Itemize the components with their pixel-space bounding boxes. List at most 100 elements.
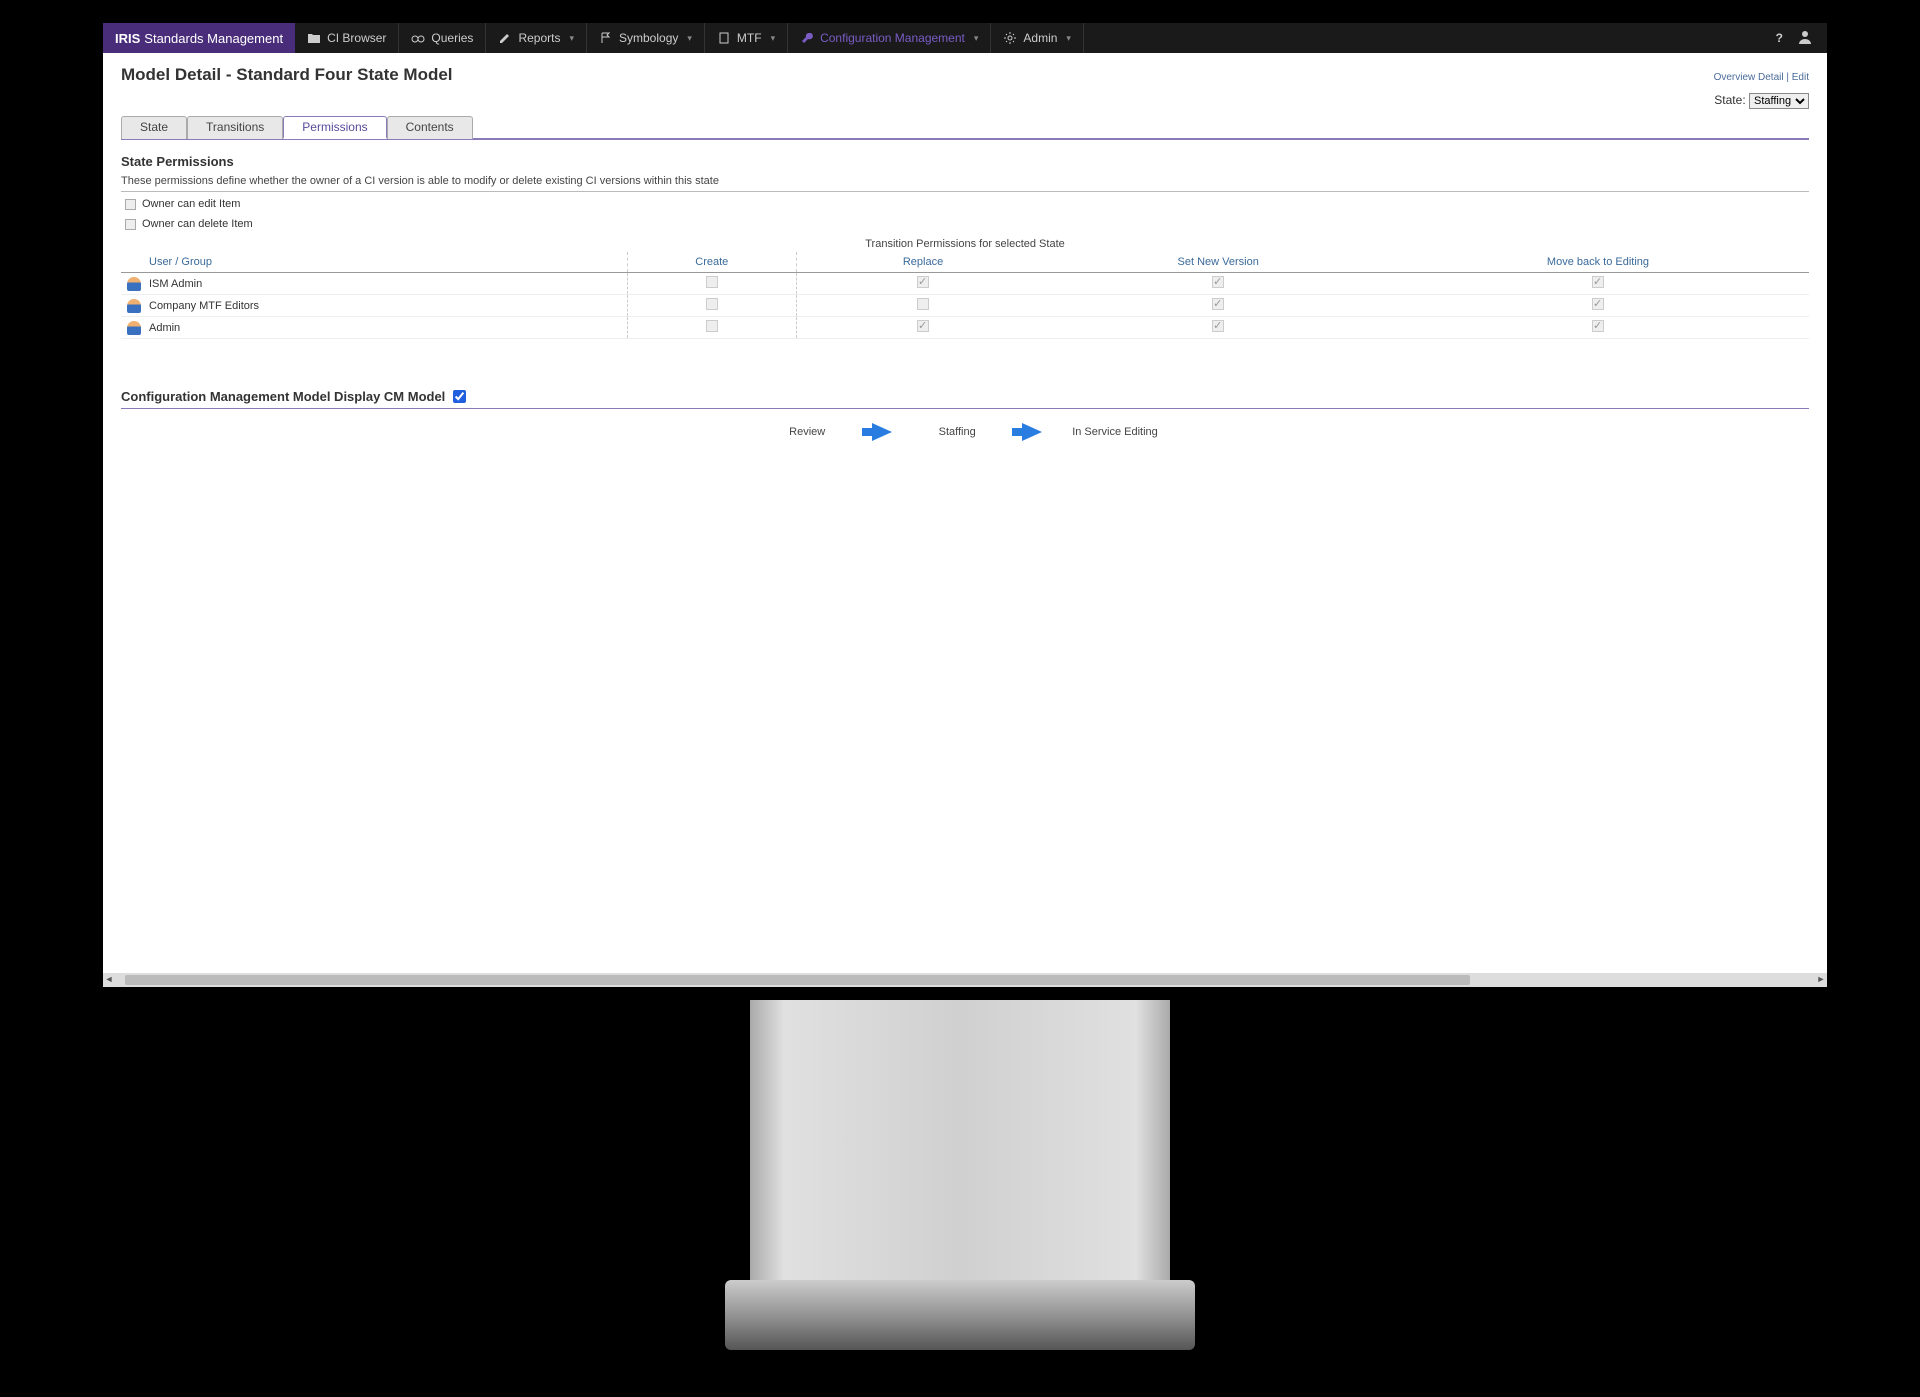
tab-transitions[interactable]: Transitions bbox=[187, 116, 283, 139]
scroll-thumb[interactable] bbox=[125, 975, 1470, 985]
moveback-cell bbox=[1387, 317, 1809, 339]
horizontal-scrollbar[interactable]: ◄ ► bbox=[103, 973, 1827, 987]
arrow-right-icon bbox=[1022, 423, 1042, 441]
moveback-cell bbox=[1387, 273, 1809, 295]
page-title: Model Detail - Standard Four State Model bbox=[121, 65, 453, 85]
binoculars-icon bbox=[411, 31, 425, 45]
cm-model-display-label: Configuration Management Model Display C… bbox=[121, 389, 445, 404]
table-row: Admin bbox=[121, 317, 1809, 339]
folder-icon bbox=[307, 31, 321, 45]
nav-label: CI Browser bbox=[327, 31, 386, 45]
scroll-right-icon[interactable]: ► bbox=[1815, 974, 1827, 986]
help-icon[interactable]: ? bbox=[1776, 31, 1783, 45]
col-setnew[interactable]: Set New Version bbox=[1049, 252, 1387, 273]
nav-label: Configuration Management bbox=[820, 31, 965, 45]
replace-checkbox[interactable] bbox=[917, 276, 929, 288]
chevron-down-icon: ▾ bbox=[687, 33, 692, 44]
nav-ci-browser[interactable]: CI Browser bbox=[295, 23, 399, 53]
replace-cell bbox=[796, 317, 1049, 339]
nav-label: Symbology bbox=[619, 31, 678, 45]
col-replace[interactable]: Replace bbox=[796, 252, 1049, 273]
owner-edit-label: Owner can edit Item bbox=[142, 198, 240, 210]
nav-configuration-management[interactable]: Configuration Management ▾ bbox=[788, 23, 991, 53]
create-checkbox[interactable] bbox=[706, 320, 718, 332]
usergroup-cell: Admin bbox=[121, 317, 627, 339]
owner-edit-row: Owner can edit Item bbox=[125, 198, 1809, 210]
nav-admin[interactable]: Admin ▾ bbox=[991, 23, 1084, 53]
col-moveback[interactable]: Move back to Editing bbox=[1387, 252, 1809, 273]
tab-permissions[interactable]: Permissions bbox=[283, 116, 386, 139]
usergroup-name: Company MTF Editors bbox=[149, 299, 259, 311]
flag-icon bbox=[599, 31, 613, 45]
setnew-checkbox[interactable] bbox=[1212, 298, 1224, 310]
flow-state-staffing: Staffing bbox=[922, 426, 992, 438]
cm-model-display-heading: Configuration Management Model Display C… bbox=[121, 389, 1809, 409]
transition-permissions-caption: Transition Permissions for selected Stat… bbox=[121, 238, 1809, 250]
person-icon bbox=[127, 321, 141, 335]
person-icon bbox=[127, 299, 141, 313]
usergroup-name: Admin bbox=[149, 321, 180, 333]
monitor-frame: IRIS Standards Management CI Browser Quer… bbox=[95, 15, 1835, 995]
replace-checkbox[interactable] bbox=[917, 298, 929, 310]
col-create[interactable]: Create bbox=[627, 252, 796, 273]
scroll-left-icon[interactable]: ◄ bbox=[103, 974, 115, 986]
gear-icon bbox=[1003, 31, 1017, 45]
screen: IRIS Standards Management CI Browser Quer… bbox=[103, 23, 1827, 987]
moveback-checkbox[interactable] bbox=[1592, 276, 1604, 288]
flow-state-in-service-editing: In Service Editing bbox=[1072, 426, 1158, 438]
flow-state-review: Review bbox=[772, 426, 842, 438]
owner-delete-label: Owner can delete Item bbox=[142, 218, 253, 230]
top-links: Overview Detail | Edit bbox=[1714, 72, 1809, 83]
nav-label: Admin bbox=[1023, 31, 1057, 45]
state-label: State: bbox=[1714, 93, 1745, 107]
moveback-cell bbox=[1387, 295, 1809, 317]
brand-rest: Standards Management bbox=[144, 31, 283, 46]
nav-reports[interactable]: Reports▾ bbox=[486, 23, 587, 53]
nav-label: Queries bbox=[431, 31, 473, 45]
chevron-down-icon: ▾ bbox=[771, 33, 776, 44]
state-permissions-heading: State Permissions bbox=[121, 154, 1809, 169]
brand: IRIS Standards Management bbox=[103, 23, 295, 53]
person-icon bbox=[127, 277, 141, 291]
permissions-table: User / Group Create Replace Set New Vers… bbox=[121, 252, 1809, 339]
tab-state[interactable]: State bbox=[121, 116, 187, 139]
chevron-down-icon: ▾ bbox=[974, 33, 979, 44]
state-permissions-desc: These permissions define whether the own… bbox=[121, 175, 1809, 192]
create-checkbox[interactable] bbox=[706, 298, 718, 310]
chevron-down-icon: ▾ bbox=[1066, 33, 1071, 44]
owner-delete-row: Owner can delete Item bbox=[125, 218, 1809, 230]
owner-edit-checkbox[interactable] bbox=[125, 199, 136, 210]
create-checkbox[interactable] bbox=[706, 276, 718, 288]
col-usergroup[interactable]: User / Group bbox=[121, 252, 627, 273]
nav-label: Reports bbox=[518, 31, 560, 45]
replace-checkbox[interactable] bbox=[917, 320, 929, 332]
setnew-cell bbox=[1049, 295, 1387, 317]
setnew-checkbox[interactable] bbox=[1212, 276, 1224, 288]
setnew-checkbox[interactable] bbox=[1212, 320, 1224, 332]
create-cell bbox=[627, 317, 796, 339]
tab-contents[interactable]: Contents bbox=[387, 116, 473, 139]
state-select[interactable]: Staffing bbox=[1749, 93, 1809, 109]
state-selector-row: State: Staffing bbox=[121, 93, 1809, 109]
usergroup-cell: ISM Admin bbox=[121, 273, 627, 295]
nav-symbology[interactable]: Symbology ▾ bbox=[587, 23, 705, 53]
table-row: ISM Admin bbox=[121, 273, 1809, 295]
moveback-checkbox[interactable] bbox=[1592, 320, 1604, 332]
replace-cell bbox=[796, 273, 1049, 295]
flow-row: Review Staffing In Service Editing bbox=[121, 409, 1809, 441]
owner-delete-checkbox[interactable] bbox=[125, 219, 136, 230]
monitor-stand-neck bbox=[750, 1000, 1170, 1290]
nav-queries[interactable]: Queries bbox=[399, 23, 486, 53]
replace-cell bbox=[796, 295, 1049, 317]
user-icon[interactable] bbox=[1797, 29, 1813, 48]
setnew-cell bbox=[1049, 317, 1387, 339]
cm-model-display-checkbox[interactable] bbox=[453, 390, 466, 403]
content-area: Model Detail - Standard Four State Model… bbox=[103, 53, 1827, 441]
moveback-checkbox[interactable] bbox=[1592, 298, 1604, 310]
nav-mtf[interactable]: MTF ▾ bbox=[705, 23, 788, 53]
brand-bold: IRIS bbox=[115, 31, 140, 46]
overview-detail-link[interactable]: Overview Detail bbox=[1714, 72, 1784, 83]
nav-label: MTF bbox=[737, 31, 762, 45]
edit-link[interactable]: Edit bbox=[1792, 72, 1809, 83]
create-cell bbox=[627, 273, 796, 295]
